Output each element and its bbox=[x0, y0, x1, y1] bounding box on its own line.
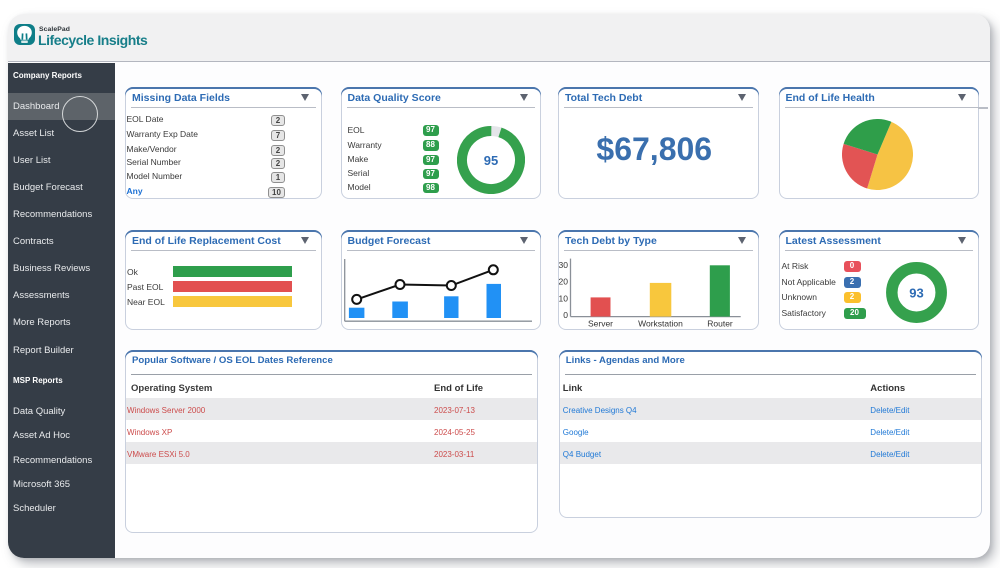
svg-text:Workstation: Workstation bbox=[638, 319, 683, 329]
svg-text:93: 93 bbox=[909, 285, 923, 300]
svg-text:95: 95 bbox=[484, 153, 498, 168]
svg-text:20: 20 bbox=[559, 277, 569, 287]
svg-text:0: 0 bbox=[563, 310, 568, 320]
svg-text:10: 10 bbox=[559, 293, 569, 303]
svg-text:Router: Router bbox=[707, 319, 733, 329]
svg-text:30: 30 bbox=[559, 260, 569, 270]
svg-text:Server: Server bbox=[588, 319, 613, 329]
